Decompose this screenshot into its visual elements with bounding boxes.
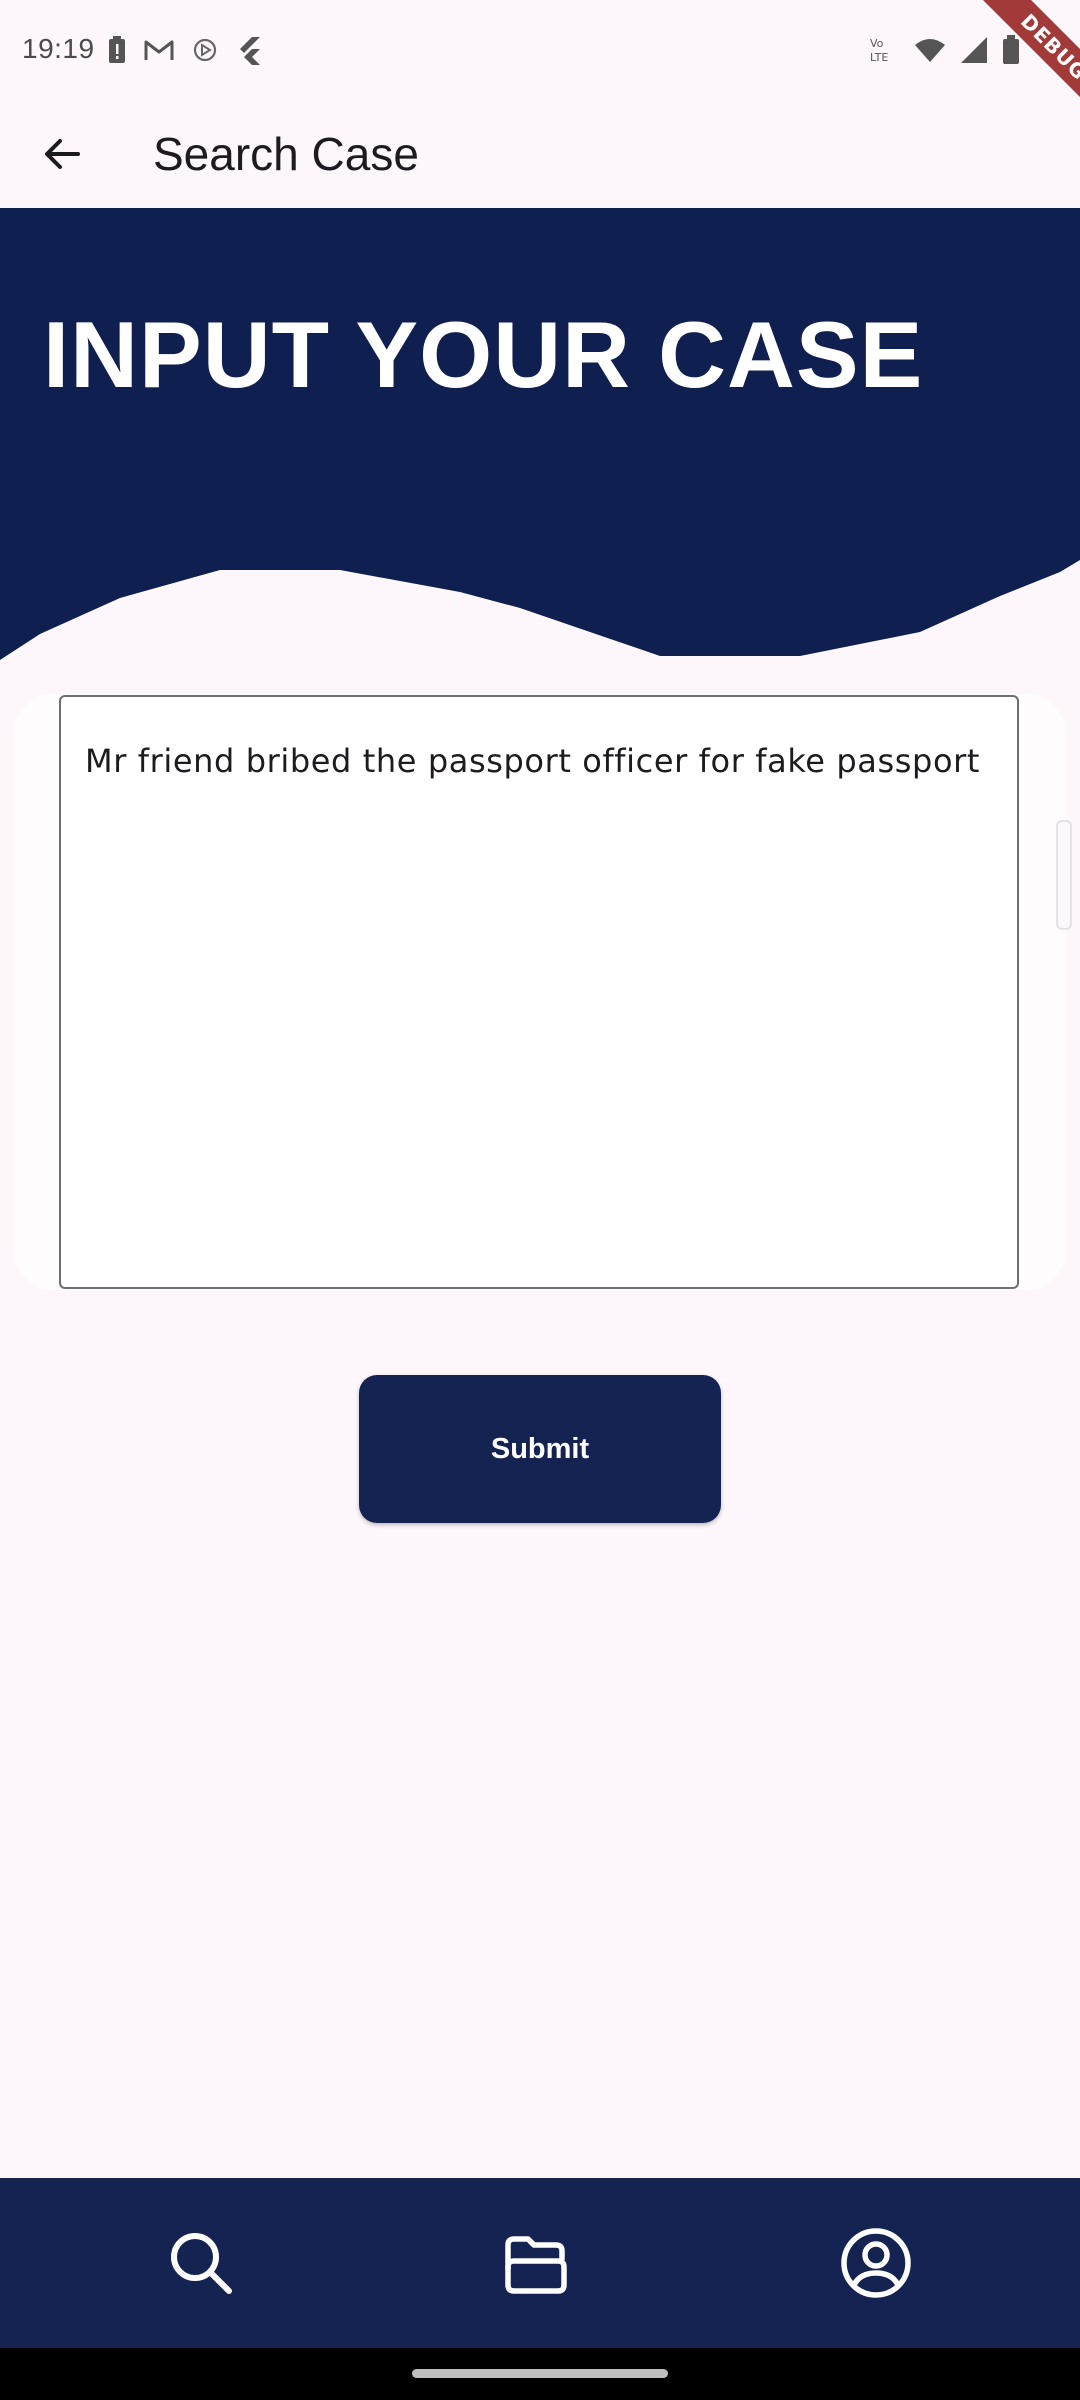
volte-icon: Vo LTE: [868, 35, 900, 65]
status-time: 19:19: [22, 33, 95, 64]
app-bar: Search Case: [0, 100, 1080, 208]
back-button[interactable]: [30, 122, 94, 186]
header-title: INPUT YOUR CASE: [43, 302, 924, 407]
gmail-icon: [144, 38, 174, 62]
page-title: Search Case: [153, 128, 419, 180]
arrow-back-icon: [42, 134, 82, 174]
submit-button[interactable]: Submit: [359, 1375, 721, 1523]
system-navigation-bar: [0, 2348, 1080, 2400]
bottom-navigation: [0, 2178, 1080, 2348]
svg-text:Vo: Vo: [870, 37, 884, 50]
header-banner: [0, 208, 1080, 660]
search-icon: [167, 2229, 235, 2297]
nav-search[interactable]: [151, 2213, 251, 2313]
folder-icon: [502, 2229, 570, 2297]
case-description-input[interactable]: Mr friend bribed the passport officer fo…: [59, 695, 1019, 1289]
status-notification-icons: [108, 30, 262, 70]
flutter-icon: [236, 35, 262, 65]
nav-profile[interactable]: [826, 2213, 926, 2313]
status-bar: 19:19 Vo LTE: [0, 0, 1080, 100]
scrollbar[interactable]: [1056, 820, 1072, 930]
battery-alert-icon: [108, 36, 126, 64]
svg-text:LTE: LTE: [870, 51, 888, 64]
home-gesture-pill[interactable]: [412, 2369, 668, 2378]
account-circle-icon: [840, 2227, 912, 2299]
play-games-icon: [192, 37, 218, 63]
nav-folder[interactable]: [486, 2213, 586, 2313]
